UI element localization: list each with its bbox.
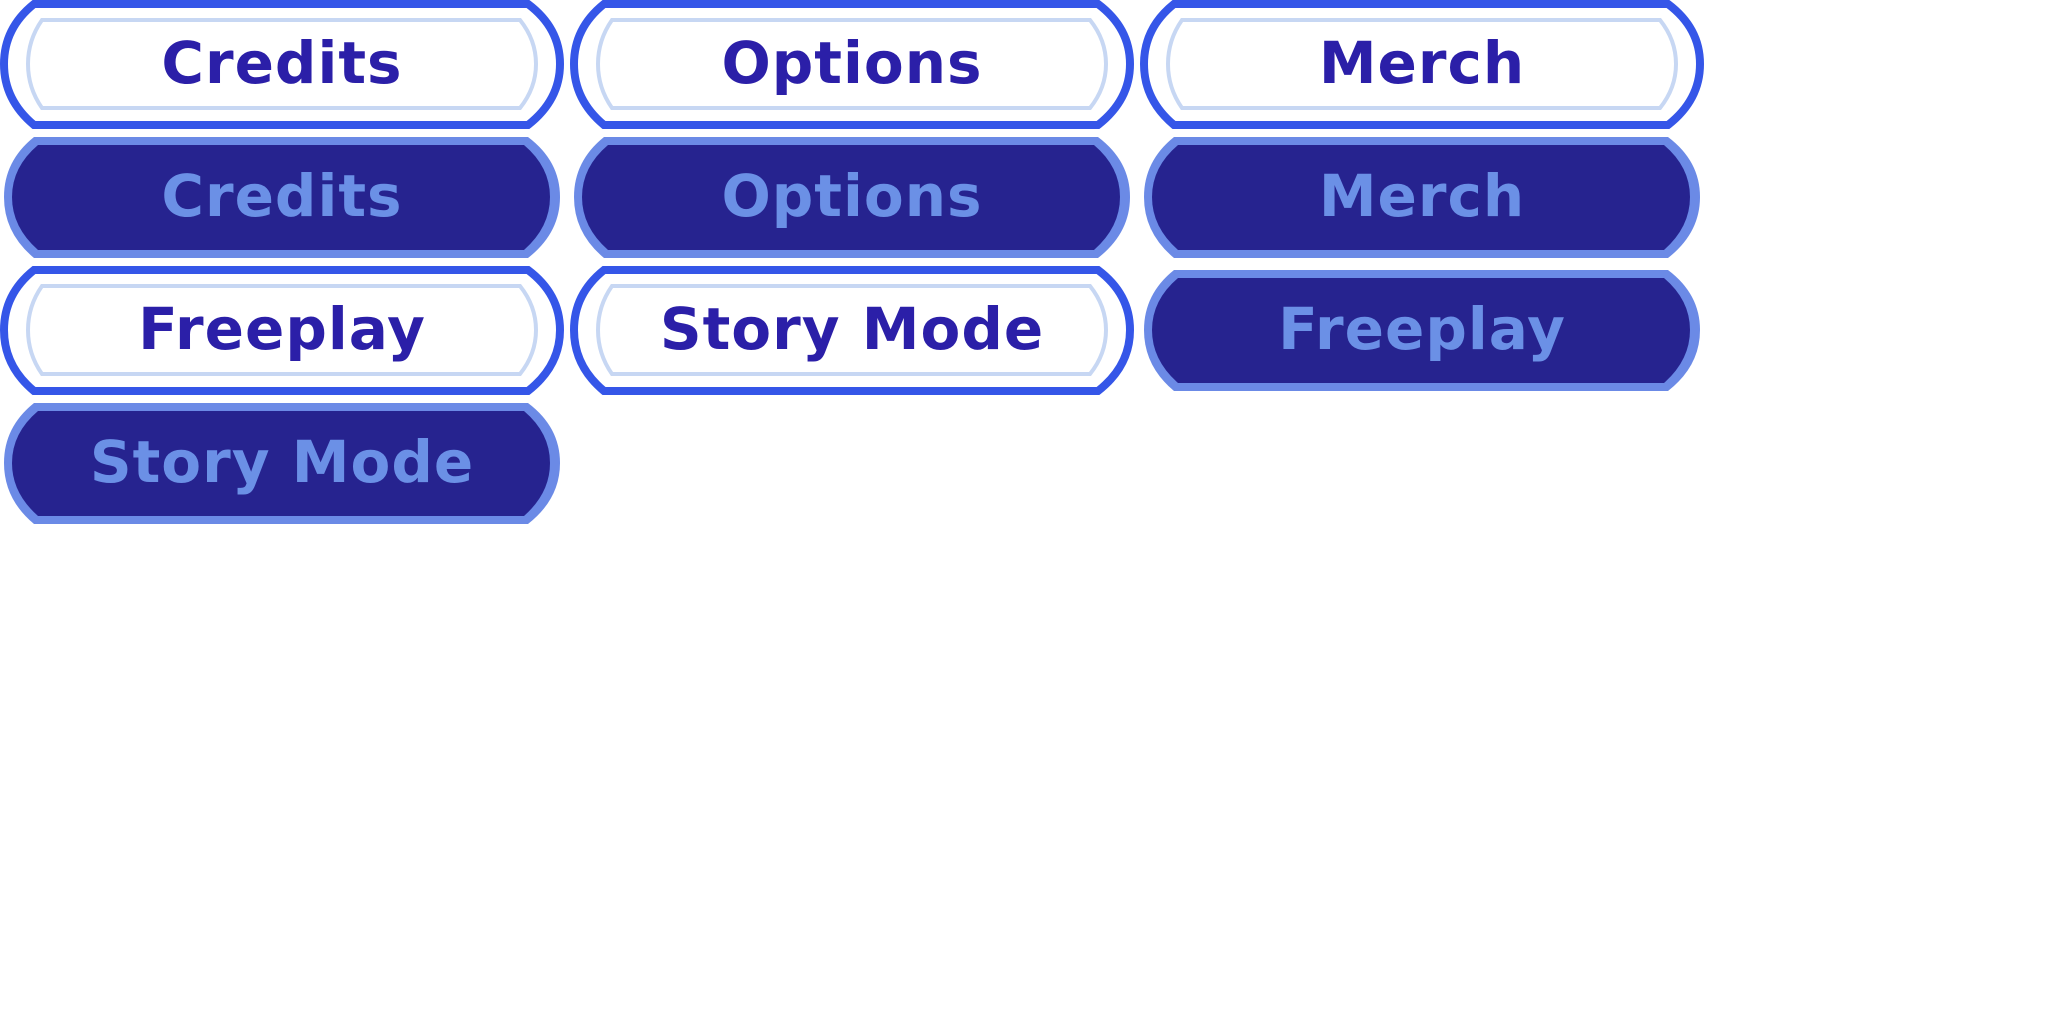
options-label: Options (721, 161, 983, 230)
freeplay-button[interactable]: Freeplay (0, 266, 565, 395)
story-mode-button-selected[interactable]: Story Mode (0, 399, 564, 528)
credits-label: Credits (161, 28, 403, 97)
options-button[interactable]: Options (569, 0, 1135, 129)
merch-button[interactable]: Merch (1139, 0, 1705, 129)
options-button-selected[interactable]: Options (570, 133, 1134, 262)
credits-label: Credits (161, 161, 403, 230)
story-mode-label: Story Mode (89, 427, 475, 496)
credits-button[interactable]: Credits (0, 0, 565, 129)
menu-button-sprite-sheet: Credits Options Merch Credits Options Me… (0, 0, 2048, 1024)
options-label: Options (721, 28, 983, 97)
freeplay-label: Freeplay (138, 294, 426, 363)
merch-label: Merch (1318, 28, 1526, 97)
merch-label: Merch (1318, 161, 1526, 230)
merch-button-selected[interactable]: Merch (1140, 133, 1704, 262)
credits-button-selected[interactable]: Credits (0, 133, 564, 262)
freeplay-button-selected[interactable]: Freeplay (1140, 266, 1704, 395)
freeplay-label: Freeplay (1278, 294, 1566, 363)
story-mode-label: Story Mode (659, 294, 1045, 363)
story-mode-button[interactable]: Story Mode (569, 266, 1135, 395)
